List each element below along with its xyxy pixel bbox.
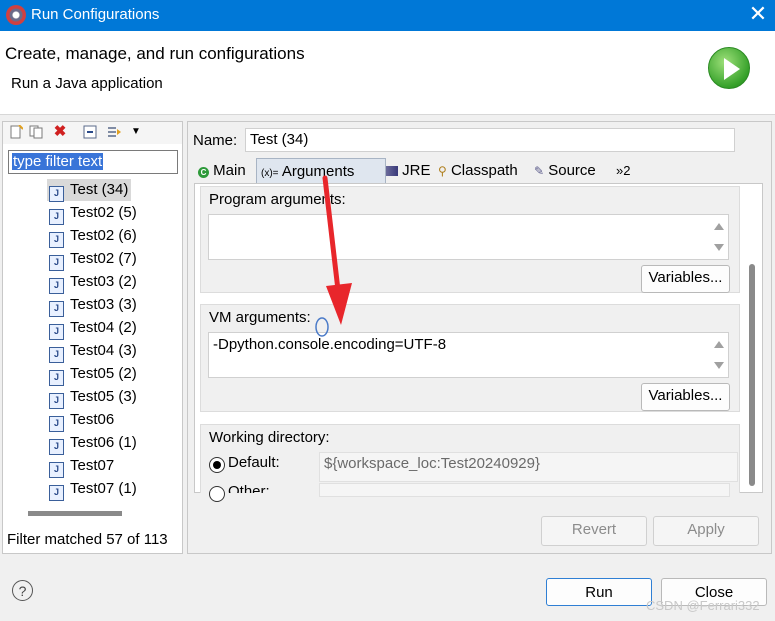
- vm-arguments-group: VM arguments: -Dpython.console.encoding=…: [200, 304, 740, 412]
- java-config-icon: J: [49, 416, 64, 432]
- dialog-header: Create, manage, and run configurations R…: [0, 31, 775, 115]
- tree-item[interactable]: J Test02 (7): [47, 248, 140, 271]
- program-arguments-label: Program arguments:: [209, 191, 346, 208]
- jre-tab-icon: [386, 166, 398, 176]
- apply-button[interactable]: Apply: [653, 516, 759, 546]
- tree-toolbar: ✖ ▼: [3, 122, 182, 144]
- more-tabs-button[interactable]: »2: [612, 158, 646, 183]
- tree-item[interactable]: J Test03 (3): [47, 294, 140, 317]
- filter-icon[interactable]: [107, 125, 121, 139]
- tree-item[interactable]: J Test07: [47, 455, 117, 478]
- other-directory-radio[interactable]: [209, 486, 225, 502]
- tree-item[interactable]: J Test06: [47, 409, 117, 432]
- view-menu-icon[interactable]: ▼: [129, 125, 143, 139]
- window-title: Run Configurations: [31, 6, 160, 23]
- tab-classpath[interactable]: ⚲ Classpath: [434, 158, 532, 183]
- java-config-icon: J: [49, 485, 64, 501]
- name-label: Name:: [193, 132, 238, 149]
- program-variables-button[interactable]: Variables...: [641, 265, 730, 293]
- vm-arguments-field[interactable]: -Dpython.console.encoding=UTF-8: [208, 332, 729, 378]
- vm-arguments-value: -Dpython.console.encoding=UTF-8: [213, 336, 447, 353]
- tree-item[interactable]: J Test02 (6): [47, 225, 140, 248]
- dialog-subheading: Run a Java application: [11, 75, 163, 92]
- configuration-editor: Name: Test (34) C Main (x)= Arguments JR…: [187, 121, 772, 554]
- tree-item[interactable]: J Test07 (1): [47, 478, 140, 501]
- duplicate-config-icon[interactable]: [29, 125, 43, 139]
- java-config-icon: J: [49, 209, 64, 225]
- scroll-down-icon[interactable]: [714, 244, 724, 251]
- tab-jre[interactable]: JRE: [382, 158, 436, 183]
- default-directory-label: Default:: [228, 454, 280, 471]
- java-config-icon: J: [49, 347, 64, 363]
- vm-arguments-label: VM arguments:: [209, 309, 311, 326]
- tree-item[interactable]: J Test02 (5): [47, 202, 140, 225]
- run-button[interactable]: Run: [546, 578, 652, 606]
- tree-item[interactable]: J Test06 (1): [47, 432, 140, 455]
- arguments-tab-panel: Program arguments: Variables... VM argum…: [194, 183, 763, 502]
- program-arguments-group: Program arguments: Variables...: [200, 186, 740, 293]
- tab-bar: C Main (x)= Arguments JRE ⚲ Classpath ✎ …: [194, 158, 763, 184]
- java-config-icon: J: [49, 186, 64, 202]
- scrollbar-thumb[interactable]: [28, 511, 122, 516]
- filter-input[interactable]: type filter text: [8, 150, 178, 174]
- default-directory-value: ${workspace_loc:Test20240929}: [319, 452, 738, 482]
- panel-vertical-scrollbar[interactable]: [749, 264, 755, 486]
- java-config-icon: J: [49, 232, 64, 248]
- run-banner-icon: [708, 47, 750, 89]
- configuration-tree-panel: ✖ ▼ type filter text J Test (34) J Test02 …: [2, 121, 183, 554]
- title-bar: Run Configurations ✕: [0, 0, 775, 31]
- eclipse-icon: [6, 5, 26, 25]
- tree-item[interactable]: J Test03 (2): [47, 271, 140, 294]
- tree-item[interactable]: J Test04 (2): [47, 317, 140, 340]
- source-tab-icon: ✎: [534, 164, 545, 178]
- watermark: CSDN @Ferrari332: [646, 598, 760, 613]
- other-directory-field[interactable]: [319, 483, 730, 497]
- java-config-icon: J: [49, 370, 64, 386]
- tree-item[interactable]: J Test05 (3): [47, 386, 140, 409]
- tree-item[interactable]: J Test04 (3): [47, 340, 140, 363]
- revert-button[interactable]: Revert: [541, 516, 647, 546]
- main-tab-icon: C: [198, 167, 209, 178]
- dialog-heading: Create, manage, and run configurations: [5, 44, 305, 63]
- java-config-icon: J: [49, 278, 64, 294]
- program-arguments-field[interactable]: [208, 214, 729, 260]
- classpath-tab-icon: ⚲: [438, 164, 447, 178]
- filter-status: Filter matched 57 of 113: [7, 531, 168, 548]
- tab-main[interactable]: C Main: [194, 158, 260, 183]
- help-icon[interactable]: ?: [12, 580, 33, 601]
- other-directory-label: Other:: [228, 483, 270, 493]
- tab-arguments[interactable]: (x)= Arguments: [256, 158, 386, 184]
- collapse-all-icon[interactable]: [83, 125, 97, 139]
- tab-source[interactable]: ✎ Source: [530, 158, 614, 183]
- arguments-tab-icon: (x)=: [261, 168, 279, 179]
- delete-config-icon[interactable]: ✖: [53, 124, 67, 139]
- java-config-icon: J: [49, 439, 64, 455]
- working-directory-group: Working directory: Default: ${workspace_…: [200, 424, 740, 502]
- vm-variables-button[interactable]: Variables...: [641, 383, 730, 411]
- name-input[interactable]: Test (34): [245, 128, 735, 152]
- java-config-icon: J: [49, 393, 64, 409]
- scroll-up-icon[interactable]: [714, 341, 724, 348]
- java-config-icon: J: [49, 255, 64, 271]
- scroll-down-icon[interactable]: [714, 362, 724, 369]
- new-config-icon[interactable]: [9, 124, 24, 139]
- tree-item[interactable]: J Test (34): [47, 179, 132, 202]
- window-close-button[interactable]: ✕: [744, 2, 772, 28]
- default-directory-radio[interactable]: [209, 457, 225, 473]
- tree-item[interactable]: J Test05 (2): [47, 363, 140, 386]
- java-config-icon: J: [49, 301, 64, 317]
- scroll-up-icon[interactable]: [714, 223, 724, 230]
- working-directory-label: Working directory:: [209, 429, 330, 446]
- filter-placeholder: type filter text: [12, 153, 104, 170]
- java-config-icon: J: [49, 462, 64, 478]
- tree-horizontal-scrollbar[interactable]: [8, 508, 178, 518]
- java-config-icon: J: [49, 324, 64, 340]
